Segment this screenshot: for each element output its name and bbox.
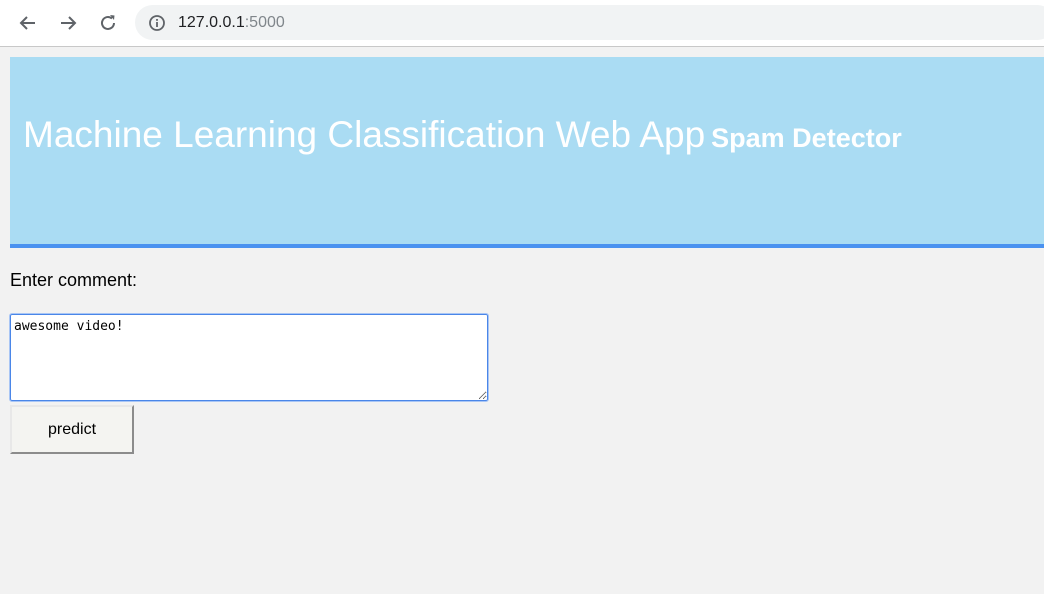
url-port: :5000: [244, 13, 285, 31]
app-subtitle: Spam Detector: [711, 123, 902, 153]
reload-icon: [101, 15, 115, 30]
comment-textarea[interactable]: awesome video!: [9, 313, 489, 402]
reload-button[interactable]: [94, 9, 122, 37]
back-button[interactable]: [14, 9, 42, 37]
back-arrow-icon: [19, 16, 35, 30]
url-host: 127.0.0.1: [178, 13, 245, 31]
url-text: 127.0.0.1:5000: [178, 14, 285, 32]
predict-button[interactable]: predict: [10, 405, 134, 454]
page-header: Machine Learning Classification Web App S…: [10, 57, 1044, 248]
comment-label: Enter comment:: [10, 270, 138, 290]
browser-toolbar: 127.0.0.1:5000: [0, 0, 1044, 47]
info-icon[interactable]: [148, 14, 166, 32]
page-title: Machine Learning Classification Web App S…: [23, 114, 902, 156]
forward-arrow-icon: [61, 16, 77, 30]
forward-button[interactable]: [54, 9, 82, 37]
address-bar[interactable]: 127.0.0.1:5000: [135, 5, 1044, 40]
app-title: Machine Learning Classification Web App: [23, 114, 706, 155]
